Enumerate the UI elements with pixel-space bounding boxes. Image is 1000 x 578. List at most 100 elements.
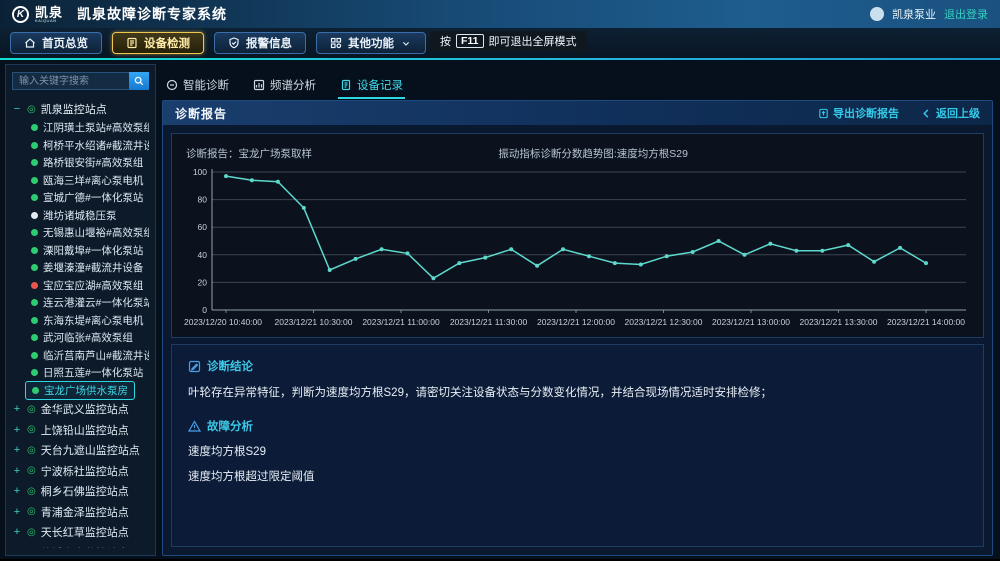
spectrum-icon: [253, 79, 265, 91]
station-group-item[interactable]: +◎盐城大丰监控站点: [12, 543, 149, 549]
tab-device-records[interactable]: 设备记录: [340, 77, 403, 93]
logout-link[interactable]: 退出登录: [944, 6, 988, 22]
location-pin-icon: ◎: [27, 486, 36, 497]
location-pin-icon: ◎: [27, 547, 36, 548]
station-item[interactable]: 无锡惠山堰裕#高效泵组: [12, 224, 149, 242]
analysis-line: 速度均方根超过限定阈值: [188, 468, 967, 484]
expand-icon[interactable]: +: [12, 526, 22, 538]
station-group-label: 宁波栎社监控站点: [41, 463, 129, 479]
svg-text:2023/12/21 10:30:00: 2023/12/21 10:30:00: [275, 317, 353, 327]
station-item[interactable]: 临沂莒南芦山#截流井设备: [12, 347, 149, 365]
clipboard-icon: [126, 37, 138, 49]
expand-icon[interactable]: +: [12, 485, 22, 497]
fullscreen-hint: 按 F11 即可退出全屏模式: [430, 31, 587, 51]
station-item[interactable]: 姜堰溱潼#截流井设备: [12, 259, 149, 277]
station-group-item[interactable]: +◎上饶铅山监控站点: [12, 420, 149, 441]
location-pin-icon: ◎: [27, 527, 36, 538]
station-item[interactable]: 柯桥平水绍诸#截流井设备: [12, 137, 149, 155]
station-group-label: 凯泉监控站点: [41, 101, 107, 117]
report-panel-header: 诊断报告 导出诊断报告 返回上级: [163, 101, 992, 125]
nav-home-button[interactable]: 首页总览: [10, 32, 102, 54]
nav-device-detect-button[interactable]: 设备检测: [112, 32, 204, 54]
home-icon: [24, 37, 36, 49]
location-pin-icon: ◎: [27, 506, 36, 517]
station-group-item[interactable]: +◎天台九遮山监控站点: [12, 440, 149, 461]
station-item[interactable]: 宝龙广场供水泵房: [12, 382, 149, 400]
location-pin-icon: ◎: [27, 465, 36, 476]
avatar[interactable]: [870, 7, 884, 21]
status-dot-green: [31, 124, 38, 131]
station-item[interactable]: 武河临张#高效泵组: [12, 329, 149, 347]
export-report-button[interactable]: 导出诊断报告: [818, 105, 899, 121]
expand-icon[interactable]: +: [12, 547, 22, 548]
analysis-line: 速度均方根S29: [188, 443, 967, 459]
station-item[interactable]: 连云港灌云#一体化泵站: [12, 294, 149, 312]
status-dot-green: [31, 247, 38, 254]
brand-name: 凯泉: [35, 6, 63, 19]
station-item[interactable]: 东海东堤#离心泵电机: [12, 312, 149, 330]
station-group-item[interactable]: + ◎ 桐乡石佛监控站点: [12, 481, 149, 502]
tab-label: 频谱分析: [270, 77, 316, 93]
location-pin-icon: ◎: [27, 104, 36, 115]
station-item[interactable]: 日照五莲#一体化泵站: [12, 364, 149, 382]
page-title: 凯泉故障诊断专家系统: [77, 4, 227, 24]
search-button[interactable]: [129, 72, 149, 90]
nav-more-button[interactable]: 其他功能: [316, 32, 426, 54]
expand-icon[interactable]: +: [12, 403, 22, 415]
collapse-icon[interactable]: −: [12, 103, 22, 115]
analysis-title: 故障分析: [207, 418, 253, 434]
chevron-down-icon: [400, 39, 412, 48]
kaiquan-logo-icon: K: [12, 6, 29, 23]
record-icon: [340, 79, 352, 91]
station-group-label: 桐乡石佛监控站点: [41, 483, 129, 499]
station-label: 姜堰溱潼#截流井设备: [43, 260, 143, 275]
f11-key: F11: [456, 34, 484, 48]
station-group-label: 青浦金泽监控站点: [41, 504, 129, 520]
status-dot-green: [31, 229, 38, 236]
status-dot-green: [31, 369, 38, 376]
station-group-item[interactable]: +◎金华武义监控站点: [12, 399, 149, 420]
svg-text:2023/12/21 11:00:00: 2023/12/21 11:00:00: [362, 317, 440, 327]
user-name: 凯泉泵业: [892, 6, 936, 22]
expand-icon[interactable]: +: [12, 424, 22, 436]
station-group-root[interactable]: − ◎ 凯泉监控站点: [12, 99, 149, 119]
panel-actions: 导出诊断报告 返回上级: [818, 105, 980, 121]
tab-smart-diagnosis[interactable]: 智能诊断: [166, 77, 229, 93]
nav-label: 首页总览: [42, 35, 88, 51]
back-button[interactable]: 返回上级: [921, 105, 980, 121]
station-group-item[interactable]: + ◎ 宁波栎社监控站点: [12, 461, 149, 482]
expand-icon[interactable]: +: [12, 506, 22, 518]
svg-text:2023/12/21 12:00:00: 2023/12/21 12:00:00: [537, 317, 615, 327]
status-dot-white: [31, 212, 38, 219]
report-sample-label: 诊断报告：宝龙广场泵取样: [186, 146, 312, 161]
station-item[interactable]: 瓯海三垟#离心泵电机: [12, 172, 149, 190]
station-group-item[interactable]: + ◎ 青浦金泽监控站点: [12, 502, 149, 523]
status-dot-green: [31, 142, 38, 149]
conclusion-card: 诊断结论 叶轮存在异常特征，判断为速度均方根S29，请密切关注设备状态与分数变化…: [171, 344, 984, 547]
station-label: 溧阳戴埠#一体化泵站: [43, 243, 143, 258]
station-group-item[interactable]: +◎天长红草监控站点: [12, 522, 149, 543]
search-input[interactable]: [12, 72, 129, 90]
expand-icon[interactable]: +: [12, 444, 22, 456]
station-label: 潍坊诸城稳压泵: [43, 208, 117, 223]
status-dot-green: [31, 334, 38, 341]
station-label: 宣城广德#一体化泵站: [43, 190, 143, 205]
station-group-label: 上饶铅山监控站点: [41, 422, 129, 438]
expand-icon[interactable]: +: [12, 465, 22, 477]
nav-alarm-button[interactable]: 报警信息: [214, 32, 306, 54]
chevron-left-icon: [921, 108, 932, 119]
back-label: 返回上级: [936, 105, 980, 121]
station-item[interactable]: 路桥银安街#高效泵组: [12, 154, 149, 172]
station-item[interactable]: 潍坊诸城稳压泵: [12, 207, 149, 225]
report-panel: 诊断报告 导出诊断报告 返回上级 诊断报告：宝龙广场: [162, 100, 993, 556]
tab-spectrum-analysis[interactable]: 频谱分析: [253, 77, 316, 93]
svg-text:40: 40: [198, 250, 208, 260]
main-content: 智能诊断 频谱分析 设备记录 诊断报告 导出诊断报告: [162, 64, 993, 556]
brand-logo: K 凯泉 KAIQUAN: [12, 6, 63, 23]
status-dot-green: [31, 264, 38, 271]
tab-label: 智能诊断: [183, 77, 229, 93]
station-item[interactable]: 宝应宝应湖#高效泵组: [12, 277, 149, 295]
station-item[interactable]: 宣城广德#一体化泵站: [12, 189, 149, 207]
station-item[interactable]: 溧阳戴埠#一体化泵站: [12, 242, 149, 260]
station-item[interactable]: 江阴璜土泵站#高效泵组: [12, 119, 149, 137]
